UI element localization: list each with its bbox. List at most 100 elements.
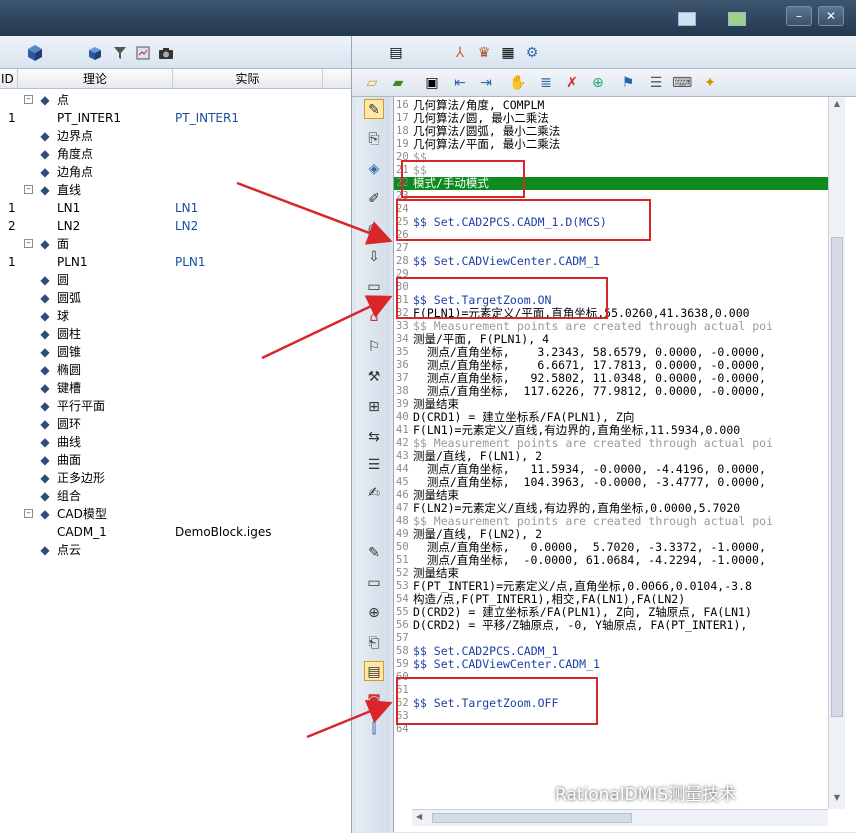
tree-row[interactable]: – ◆ 直线 — [0, 181, 350, 199]
open-folder-icon[interactable]: ▱ — [362, 73, 382, 93]
settings-icon[interactable]: ⚙ — [522, 43, 542, 63]
flag-icon[interactable]: ⚑ — [618, 73, 638, 93]
badge-icon[interactable]: ♛ — [474, 43, 494, 63]
mirror-icon[interactable]: ⫿ — [364, 719, 384, 739]
torus-icon: ◆ — [40, 417, 50, 431]
row-id: 2 — [8, 219, 16, 233]
column-actual[interactable]: 实际 — [173, 69, 323, 89]
tree-row[interactable]: – ◆ CAD模型 — [0, 505, 350, 523]
indent-icon[interactable]: ⇤ — [450, 73, 470, 93]
outdent-icon[interactable]: ⇥ — [476, 73, 496, 93]
line-number: 53 — [396, 580, 409, 592]
eraser-icon[interactable]: ▭ — [364, 277, 384, 297]
expander-icon[interactable]: – — [24, 95, 33, 104]
edit-icon[interactable]: ✐ — [364, 189, 384, 209]
code-line[interactable]: 45 测点/直角坐标, 104.3963, -0.0000, -3.4777, … — [394, 476, 828, 489]
code-line[interactable]: 28 $$ Set.CADViewCenter.CADM_1 — [394, 255, 828, 268]
run-icon[interactable]: ⚐ — [364, 337, 384, 357]
solid-cube-icon[interactable] — [87, 45, 103, 61]
tree-row[interactable]: ◆ 边角点 — [0, 163, 350, 181]
compare-icon[interactable]: ⇆ — [364, 427, 384, 447]
code-line[interactable]: 59 $$ Set.CADViewCenter.CADM_1 — [394, 658, 828, 671]
cube-icon[interactable] — [25, 43, 45, 63]
tree-row[interactable]: ◆ 组合 — [0, 487, 350, 505]
magic-wand-icon[interactable]: ✦ — [700, 73, 720, 93]
tree-row[interactable]: ◆ 角度点 — [0, 145, 350, 163]
tree-row[interactable]: ◆ 圆 — [0, 271, 350, 289]
column-id[interactable]: ID — [0, 69, 18, 89]
record-icon[interactable]: ◙ — [364, 691, 384, 711]
close-button[interactable]: ✕ — [818, 6, 844, 26]
delete-icon[interactable]: ✗ — [562, 73, 582, 93]
line-number: 49 — [396, 528, 409, 540]
tree-label: 正多边形 — [57, 471, 106, 485]
program-view-icon[interactable]: ▤ — [364, 661, 384, 681]
save-icon[interactable]: ▣ — [422, 73, 442, 93]
home-icon[interactable]: ⌂ — [364, 307, 384, 327]
add-icon[interactable]: ⊕ — [364, 603, 384, 623]
tree-row[interactable]: ◆ 平行平面 — [0, 397, 350, 415]
filter-icon[interactable] — [112, 45, 128, 61]
comment-icon[interactable]: ⌨ — [672, 73, 692, 93]
tree-row[interactable]: ◆ 曲线 — [0, 433, 350, 451]
tree-row[interactable]: ◆ 点云 — [0, 541, 350, 559]
insert-icon[interactable]: ⊕ — [588, 73, 608, 93]
tree-row[interactable]: CADM_1 DemoBlock.iges — [0, 523, 350, 541]
tree-row[interactable]: ◆ 圆柱 — [0, 325, 350, 343]
code-line[interactable]: 51 测点/直角坐标, -0.0000, 61.0684, -4.2294, -… — [394, 554, 828, 567]
annotation-box-targetzoom-off — [396, 677, 598, 725]
tree-row[interactable]: ◆ 边界点 — [0, 127, 350, 145]
tree-row[interactable]: ◆ 椭圆 — [0, 361, 350, 379]
tree-row[interactable]: ◆ 圆环 — [0, 415, 350, 433]
window-icon[interactable] — [678, 12, 696, 26]
stop-hand-icon[interactable]: ✋ — [508, 73, 528, 93]
list-edit-icon[interactable]: ≣ — [536, 73, 556, 93]
open-file-icon[interactable]: ▰ — [388, 73, 408, 93]
tree-label: 圆弧 — [57, 291, 82, 305]
grid-icon[interactable]: ⊞ — [364, 397, 384, 417]
report-icon[interactable] — [135, 45, 151, 61]
tree-row[interactable]: 1 PT_INTER1 PT_INTER1 — [0, 109, 350, 127]
tree-row[interactable]: ◆ 球 — [0, 307, 350, 325]
tree-row[interactable]: ◆ 键槽 — [0, 379, 350, 397]
download-icon[interactable]: ⇩ — [364, 247, 384, 267]
expander-icon[interactable]: – — [24, 185, 33, 194]
code-line[interactable]: 38 测点/直角坐标, 117.6226, 77.9812, 0.0000, -… — [394, 385, 828, 398]
code-line[interactable]: 19 几何算法/平面, 最小二乘法 — [394, 138, 828, 151]
layers-icon[interactable]: ◈ — [364, 159, 384, 179]
list-icon[interactable]: ▦ — [498, 43, 518, 63]
tree-row[interactable]: ◆ 正多边形 — [0, 469, 350, 487]
program-list-icon[interactable]: ▤ — [386, 43, 406, 63]
expander-icon[interactable]: – — [24, 239, 33, 248]
tree-row[interactable]: 1 LN1 LN1 — [0, 199, 350, 217]
clip-icon[interactable]: ⎗ — [364, 633, 384, 653]
note-icon[interactable]: ✍ — [364, 483, 384, 503]
column-nominal[interactable]: 理论 — [18, 69, 173, 89]
tool-icon[interactable]: ⚒ — [364, 367, 384, 387]
edge-point-icon: ◆ — [40, 129, 50, 143]
align-icon[interactable]: ☰ — [364, 455, 384, 475]
expander-icon[interactable]: – — [24, 509, 33, 518]
monitor-icon[interactable]: ▭ — [364, 573, 384, 593]
tree-row[interactable]: 1 PLN1 PLN1 — [0, 253, 350, 271]
camera-icon[interactable] — [158, 45, 174, 61]
horizontal-scrollbar[interactable]: ◀ — [412, 809, 828, 826]
network-icon[interactable] — [728, 12, 746, 26]
tree-row[interactable]: – ◆ 面 — [0, 235, 350, 253]
tree-row[interactable]: ◆ 圆锥 — [0, 343, 350, 361]
probe-icon[interactable]: ◉ — [364, 219, 384, 239]
tree-row[interactable]: ◆ 曲面 — [0, 451, 350, 469]
row-id: 1 — [8, 111, 16, 125]
tree-row[interactable]: 2 LN2 LN2 — [0, 217, 350, 235]
format-icon[interactable]: ☰ — [646, 73, 666, 93]
edit-note-icon[interactable]: ✎ — [364, 543, 384, 563]
copy-icon[interactable]: ⎘ — [364, 129, 384, 149]
code-line[interactable]: 56 D(CRD2) = 平移/Z轴原点, -0, Y轴原点, FA(PT_INT… — [394, 619, 828, 632]
tree-row[interactable]: – ◆ 点 — [0, 91, 350, 109]
minimize-button[interactable]: – — [786, 6, 812, 26]
left-toolbar — [0, 36, 351, 69]
axis-icon[interactable]: ⅄ — [450, 43, 470, 63]
vertical-scrollbar[interactable]: ▲ ▼ — [828, 97, 845, 809]
pin-icon[interactable]: ✎ — [364, 99, 384, 119]
tree-row[interactable]: ◆ 圆弧 — [0, 289, 350, 307]
